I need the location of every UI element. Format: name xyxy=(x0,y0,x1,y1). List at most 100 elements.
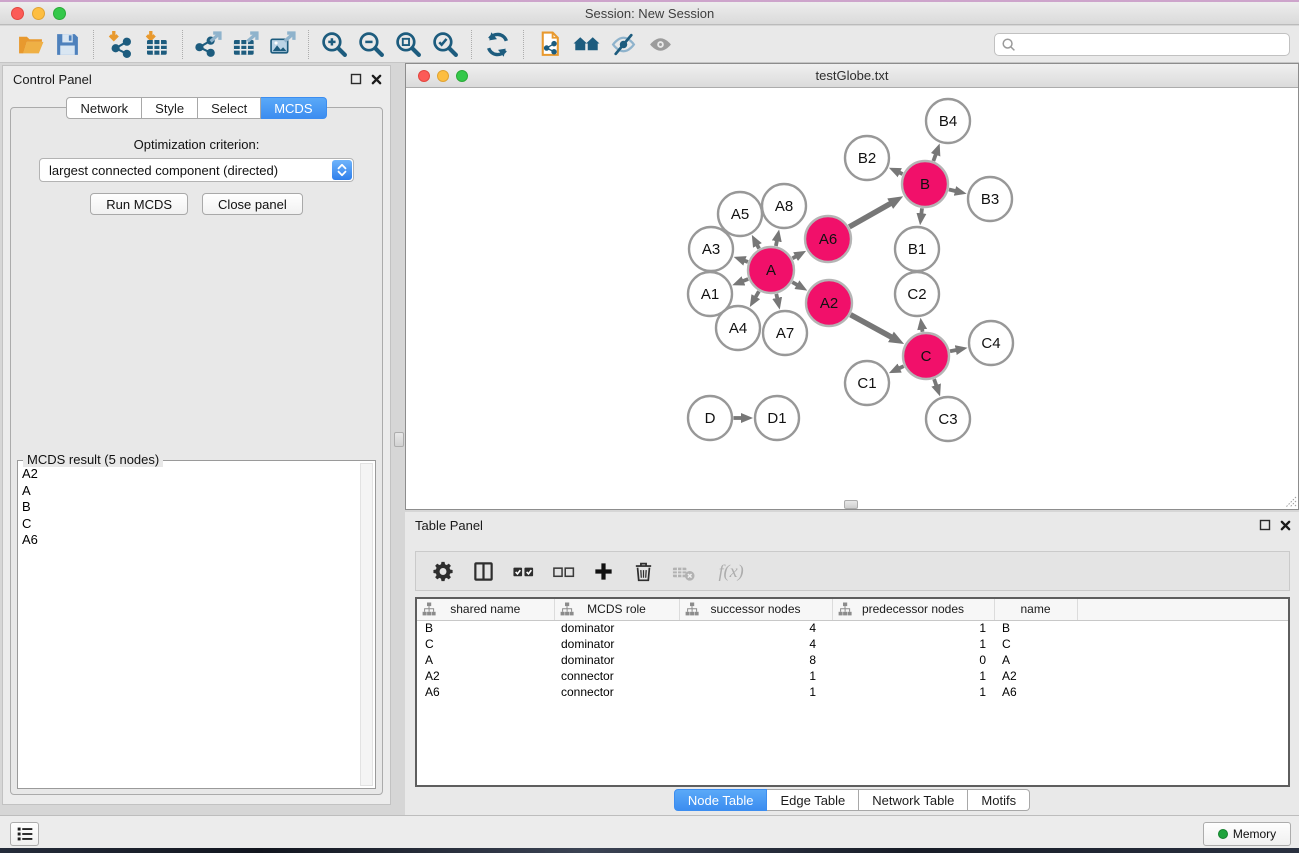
column-header-MCDS-role[interactable]: MCDS role xyxy=(554,599,679,620)
node-C2[interactable]: C2 xyxy=(895,272,939,316)
export-image-button[interactable] xyxy=(264,29,301,60)
cell-predecessor-nodes[interactable]: 0 xyxy=(832,652,994,668)
table-tab-motifs[interactable]: Motifs xyxy=(968,789,1030,811)
edge-C-C3[interactable] xyxy=(934,379,937,387)
cell-shared-name[interactable]: C xyxy=(417,636,554,652)
edge-A-A3[interactable] xyxy=(743,260,748,262)
node-A4[interactable]: A4 xyxy=(716,306,760,350)
tab-style[interactable]: Style xyxy=(142,97,198,119)
cell-predecessor-nodes[interactable]: 1 xyxy=(832,684,994,700)
divider-grip-bottom[interactable] xyxy=(844,500,858,509)
node-A8[interactable]: A8 xyxy=(762,184,806,228)
cell-MCDS-role[interactable]: connector xyxy=(554,684,679,700)
mcds-result-item[interactable]: C xyxy=(22,516,359,533)
network-close-button[interactable] xyxy=(418,70,430,82)
edge-A-A4[interactable] xyxy=(755,291,759,298)
node-B1[interactable]: B1 xyxy=(895,227,939,271)
eye-button[interactable] xyxy=(642,29,679,60)
edge-A-A7[interactable] xyxy=(776,294,777,300)
edge-C-C4[interactable] xyxy=(950,350,958,352)
node-A2[interactable]: A2 xyxy=(806,280,852,326)
table-tab-node-table[interactable]: Node Table xyxy=(674,789,768,811)
cell-MCDS-role[interactable]: dominator xyxy=(554,652,679,668)
table-tab-edge-table[interactable]: Edge Table xyxy=(767,789,859,811)
minimize-window-button[interactable] xyxy=(32,7,45,20)
mcds-result-item[interactable]: B xyxy=(22,499,359,516)
export-network-button[interactable] xyxy=(190,29,227,60)
table-row[interactable]: Bdominator41B xyxy=(417,620,1288,636)
cell-MCDS-role[interactable]: dominator xyxy=(554,636,679,652)
zoom-window-button[interactable] xyxy=(53,7,66,20)
cell-MCDS-role[interactable]: dominator xyxy=(554,620,679,636)
resize-grip-icon[interactable] xyxy=(1283,494,1297,508)
divider-grip-left[interactable] xyxy=(394,432,404,447)
node-B3[interactable]: B3 xyxy=(968,177,1012,221)
cell-successor-nodes[interactable]: 4 xyxy=(679,636,832,652)
network-minimize-button[interactable] xyxy=(437,70,449,82)
import-table-button[interactable] xyxy=(138,29,175,60)
cell-name[interactable]: A2 xyxy=(994,668,1077,684)
cell-name[interactable]: C xyxy=(994,636,1077,652)
table-row[interactable]: Cdominator41C xyxy=(417,636,1288,652)
cell-predecessor-nodes[interactable]: 1 xyxy=(832,620,994,636)
select-all-button[interactable] xyxy=(512,560,535,583)
add-column-button[interactable] xyxy=(592,560,615,583)
column-header-successor-nodes[interactable]: successor nodes xyxy=(679,599,832,620)
node-A3[interactable]: A3 xyxy=(689,227,733,271)
node-C[interactable]: C xyxy=(903,333,949,379)
node-B[interactable]: B xyxy=(902,161,948,207)
zoom-in-button[interactable] xyxy=(316,29,353,60)
node-B2[interactable]: B2 xyxy=(845,136,889,180)
houses-button[interactable] xyxy=(568,29,605,60)
search-input[interactable] xyxy=(1017,38,1283,52)
zoom-fit-button[interactable] xyxy=(390,29,427,60)
table-tab-network-table[interactable]: Network Table xyxy=(859,789,968,811)
edge-A-A6[interactable] xyxy=(793,256,798,259)
search-box[interactable] xyxy=(994,33,1290,56)
close-table-panel-icon[interactable] xyxy=(1280,520,1291,531)
node-D[interactable]: D xyxy=(688,396,732,440)
edge-A6-B[interactable] xyxy=(849,203,892,227)
float-table-panel-icon[interactable] xyxy=(1259,519,1271,531)
cell-name[interactable]: A xyxy=(994,652,1077,668)
node-table[interactable]: shared nameMCDS rolesuccessor nodesprede… xyxy=(415,597,1290,787)
column-header-name[interactable]: name xyxy=(994,599,1077,620)
network-zoom-button[interactable] xyxy=(456,70,468,82)
save-session-button[interactable] xyxy=(49,29,86,60)
import-network-button[interactable] xyxy=(101,29,138,60)
run-mcds-button[interactable]: Run MCDS xyxy=(90,193,188,215)
cell-successor-nodes[interactable]: 4 xyxy=(679,620,832,636)
mcds-result-item[interactable]: A6 xyxy=(22,532,359,549)
column-header-predecessor-nodes[interactable]: predecessor nodes xyxy=(832,599,994,620)
edge-B-B2[interactable] xyxy=(898,172,903,174)
edge-C-C1[interactable] xyxy=(898,366,904,369)
delete-column-button[interactable] xyxy=(632,560,655,583)
mcds-result-item[interactable]: A2 xyxy=(22,466,359,483)
table-row[interactable]: Adominator80A xyxy=(417,652,1288,668)
task-history-button[interactable] xyxy=(10,822,39,846)
criterion-select[interactable]: largest connected component (directed) xyxy=(39,158,354,182)
result-scrollbar[interactable] xyxy=(360,463,373,786)
edge-B-B3[interactable] xyxy=(949,190,957,192)
close-panel-icon[interactable] xyxy=(371,74,382,85)
columns-button[interactable] xyxy=(472,560,495,583)
edge-A2-C[interactable] xyxy=(851,315,893,338)
cell-name[interactable]: B xyxy=(994,620,1077,636)
zoom-selected-button[interactable] xyxy=(427,29,464,60)
column-header-shared-name[interactable]: shared name xyxy=(417,599,554,620)
close-window-button[interactable] xyxy=(11,7,24,20)
node-C1[interactable]: C1 xyxy=(845,361,889,405)
cell-successor-nodes[interactable]: 1 xyxy=(679,668,832,684)
cell-MCDS-role[interactable]: connector xyxy=(554,668,679,684)
node-C4[interactable]: C4 xyxy=(969,321,1013,365)
cell-shared-name[interactable]: A xyxy=(417,652,554,668)
network-canvas[interactable]: A A1 A2 A3 A4 A5 A6 A7 A8 B B1 B2 B3 B4 … xyxy=(406,89,1298,509)
node-C3[interactable]: C3 xyxy=(926,397,970,441)
deselect-all-button[interactable] xyxy=(552,560,575,583)
cell-successor-nodes[interactable]: 8 xyxy=(679,652,832,668)
zoom-out-button[interactable] xyxy=(353,29,390,60)
tab-mcds[interactable]: MCDS xyxy=(261,97,326,119)
cell-successor-nodes[interactable]: 1 xyxy=(679,684,832,700)
memory-button[interactable]: Memory xyxy=(1203,822,1291,846)
edge-A-A8[interactable] xyxy=(776,239,777,246)
